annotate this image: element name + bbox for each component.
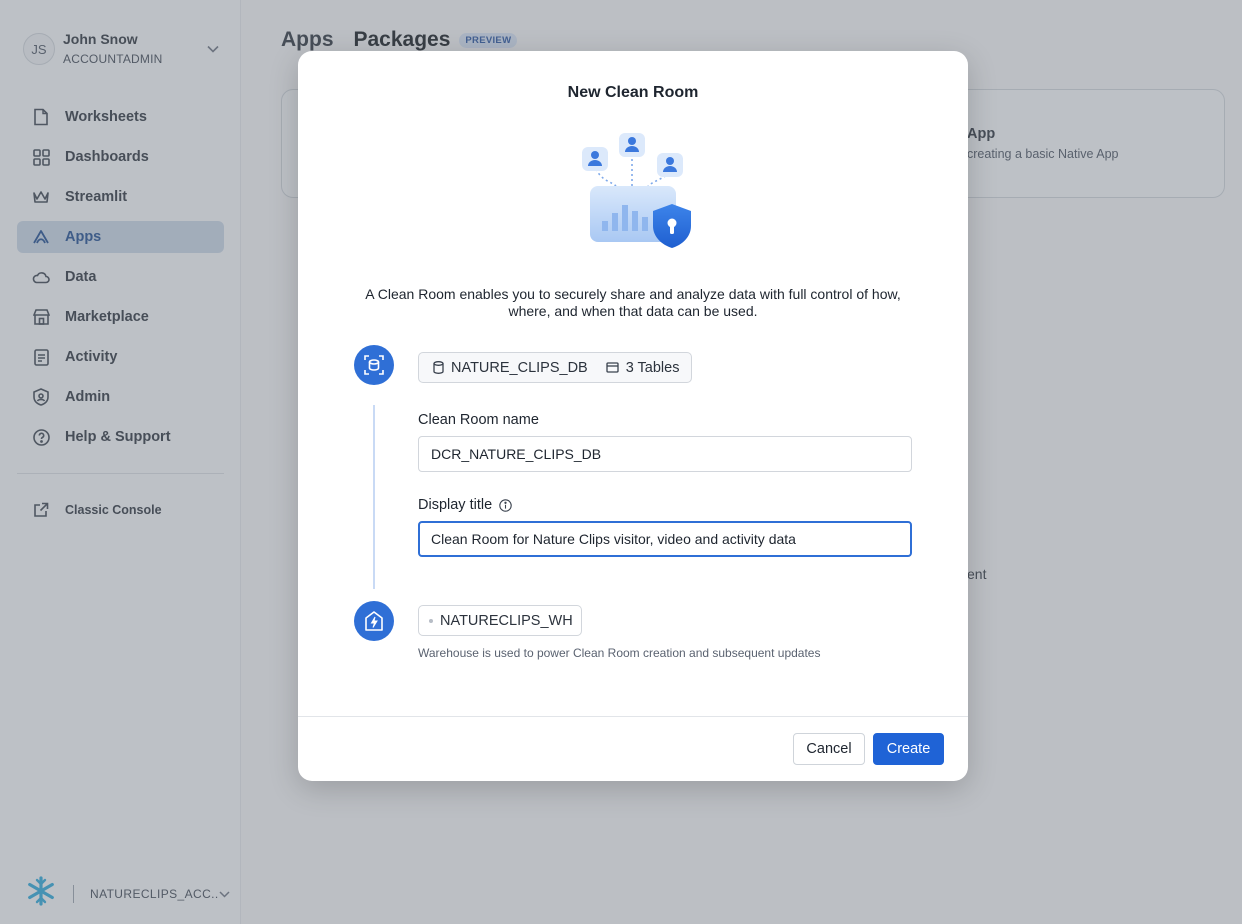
dialog-description: A Clean Room enables you to securely sha… bbox=[365, 286, 901, 319]
clean-room-name-input[interactable] bbox=[418, 436, 912, 472]
warehouse-icon bbox=[354, 601, 394, 641]
warehouse-selector[interactable]: NATURECLIPS_WH bbox=[418, 605, 582, 636]
dialog-title: New Clean Room bbox=[567, 84, 699, 101]
clean-room-illustration-icon bbox=[582, 133, 691, 248]
database-icon bbox=[433, 361, 444, 374]
data-source-chip[interactable]: NATURE_CLIPS_DB 3 Tables bbox=[418, 352, 693, 383]
create-button[interactable]: Create bbox=[873, 733, 944, 765]
dialog-footer-divider bbox=[298, 716, 968, 717]
warehouse-status-dot bbox=[429, 618, 433, 623]
cancel-button[interactable]: Cancel bbox=[793, 733, 865, 765]
data-scan-icon bbox=[354, 345, 394, 385]
display-title-label-text: Display title bbox=[418, 497, 493, 513]
table-count: 3 Tables bbox=[625, 359, 680, 376]
display-title-label: Display title bbox=[418, 497, 512, 513]
table-icon bbox=[606, 362, 619, 373]
display-title-input[interactable] bbox=[418, 521, 912, 557]
info-icon[interactable] bbox=[499, 498, 512, 512]
warehouse-name: NATURECLIPS_WH bbox=[440, 612, 573, 629]
step-connector bbox=[373, 405, 375, 589]
warehouse-help-text: Warehouse is used to power Clean Room cr… bbox=[418, 646, 821, 660]
database-name: NATURE_CLIPS_DB bbox=[451, 359, 588, 376]
clean-room-name-label: Clean Room name bbox=[418, 412, 539, 428]
new-clean-room-dialog: New Clean Room A Clean Room enables you … bbox=[298, 51, 968, 781]
